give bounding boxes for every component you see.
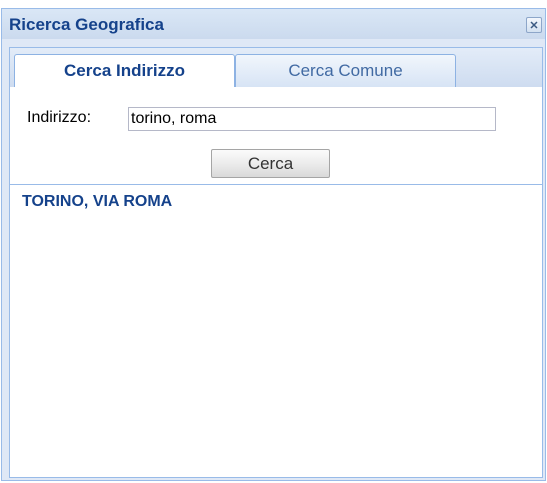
close-button[interactable] [526,17,542,33]
result-item[interactable]: TORINO, VIA ROMA [22,193,172,211]
tab-strip: Cerca Indirizzo Cerca Comune [10,48,542,88]
search-window: Ricerca Geografica Cerca Indirizzo Cerca… [1,8,546,481]
search-button[interactable]: Cerca [211,149,330,178]
tab-panel: Cerca Indirizzo Cerca Comune Indirizzo: … [9,47,543,478]
address-label: Indirizzo: [27,109,92,126]
window-titlebar[interactable]: Ricerca Geografica [2,9,545,39]
tab-cerca-indirizzo[interactable]: Cerca Indirizzo [14,54,235,88]
close-icon [530,21,538,29]
address-input[interactable] [128,107,496,131]
results-list: TORINO, VIA ROMA [10,184,542,477]
window-title: Ricerca Geografica [9,15,164,34]
tab-cerca-comune[interactable]: Cerca Comune [235,54,456,87]
address-search-form: Indirizzo: Cerca [10,87,542,184]
